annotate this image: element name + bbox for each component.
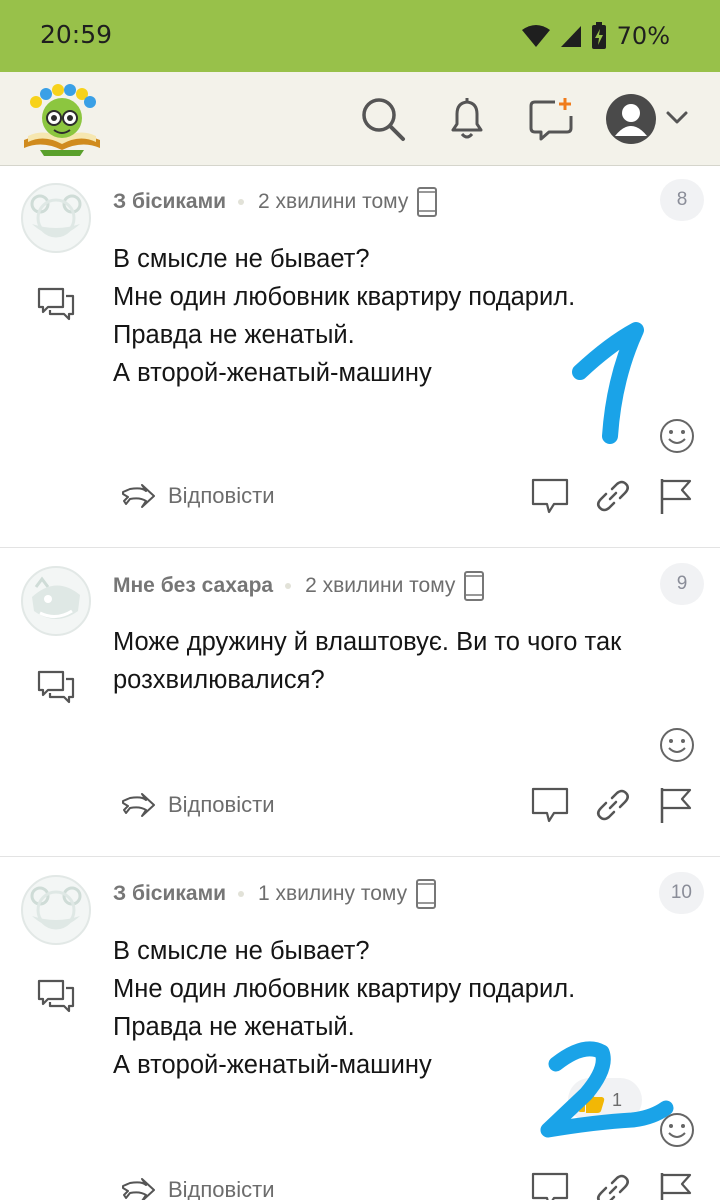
status-bar: 20:59 70% — [0, 0, 720, 72]
comment-line: А второй-женатый-машину — [113, 359, 432, 387]
comment-meta: Мне без сахара 2 хвилини тому — [113, 570, 485, 602]
comment-line: В смысле не бывает? — [113, 937, 370, 965]
comment-icon[interactable] — [530, 1170, 570, 1200]
reaction-count: 1 — [612, 1089, 623, 1110]
comment-line: Мне один любовник квартиру подарил. — [113, 283, 576, 311]
comment-line: Мне один любовник квартиру подарил. — [113, 975, 576, 1003]
app-logo[interactable] — [20, 82, 104, 156]
comment-meta: З бісиками 1 хвилину тому — [113, 878, 437, 910]
comment-line: Правда не женатый. — [113, 321, 355, 349]
comment-thread-icon[interactable] — [36, 978, 76, 1014]
comment-thread-icon[interactable] — [36, 286, 76, 322]
comment-thread-icon[interactable] — [36, 669, 76, 705]
comment-line: Може дружину й влаштовує. Ви то чого так — [113, 628, 622, 656]
add-reaction-smile-icon[interactable] — [659, 727, 695, 763]
mobile-device-icon — [416, 879, 437, 909]
app-header — [0, 72, 720, 166]
comment-time: 1 хвилину тому — [258, 882, 408, 905]
wifi-icon — [521, 25, 550, 47]
add-reaction-smile-icon[interactable] — [659, 418, 695, 454]
comment-line: розхвилювалися? — [113, 666, 325, 694]
add-reaction-smile-icon[interactable] — [659, 1112, 695, 1148]
reply-arrow-icon — [122, 484, 155, 508]
comment-actions: Відповісти — [0, 476, 720, 516]
user-avatar[interactable] — [20, 874, 92, 946]
comment-icon[interactable] — [530, 476, 570, 516]
comment: Мне без сахара 2 хвилини тому 9 Може дру… — [0, 549, 720, 857]
user-avatar[interactable] — [20, 182, 92, 254]
report-flag-icon[interactable] — [656, 476, 696, 516]
comment-line: Правда не женатый. — [113, 1013, 355, 1041]
comment-number[interactable]: 8 — [660, 179, 704, 221]
reply-label: Відповісти — [168, 792, 275, 817]
bell-icon[interactable] — [443, 94, 491, 142]
report-flag-icon[interactable] — [656, 1170, 696, 1200]
comment-meta: З бісиками 2 хвилини тому — [113, 186, 438, 218]
comment-actions: Відповісти — [0, 785, 720, 825]
comment-icon[interactable] — [530, 785, 570, 825]
comment-author[interactable]: Мне без сахара — [113, 574, 273, 598]
comment-number[interactable]: 10 — [658, 872, 704, 914]
battery-icon — [591, 22, 606, 49]
comment-number[interactable]: 9 — [660, 563, 704, 605]
search-icon[interactable] — [358, 94, 406, 142]
comment-author[interactable]: З бісиками — [113, 882, 226, 906]
comment-line: В смысле не бывает? — [113, 245, 370, 273]
comment-text: Може дружину й влаштовує. Ви то чого так… — [113, 623, 703, 699]
reply-label: Відповісти — [168, 483, 275, 508]
report-flag-icon[interactable] — [656, 785, 696, 825]
user-avatar[interactable] — [20, 565, 92, 637]
thumbs-up-icon — [579, 1088, 605, 1113]
signal-icon — [560, 26, 581, 47]
meta-separator — [285, 583, 292, 589]
reply-button[interactable]: Відповісти — [120, 785, 275, 825]
user-avatar-icon[interactable] — [604, 92, 658, 146]
reply-button[interactable]: Відповісти — [120, 476, 275, 516]
reply-arrow-icon — [122, 1178, 155, 1200]
comment-time: 2 хвилини тому — [258, 190, 409, 213]
chevron-down-icon[interactable] — [664, 104, 690, 130]
mobile-device-icon — [464, 571, 485, 601]
link-icon[interactable] — [593, 785, 633, 825]
meta-separator — [238, 199, 245, 205]
reply-label: Відповісти — [168, 1177, 275, 1200]
link-icon[interactable] — [593, 1170, 633, 1200]
comment: З бісиками 1 хвилину тому 10 В смысле не… — [0, 858, 720, 1200]
battery-percent: 70% — [616, 22, 670, 50]
comment-time: 2 хвилини тому — [305, 574, 456, 597]
comment-actions: Відповісти — [0, 1170, 720, 1200]
reaction-thumbs-up[interactable]: 1 — [568, 1078, 642, 1122]
status-icons: 70% — [521, 18, 670, 54]
status-time: 20:59 — [40, 20, 113, 49]
reply-button[interactable]: Відповісти — [120, 1170, 275, 1200]
link-icon[interactable] — [593, 476, 633, 516]
new-post-icon[interactable] — [527, 94, 575, 142]
comment-text: В смысле не бывает? Мне один любовник кв… — [113, 932, 703, 1084]
comment-text: В смысле не бывает? Мне один любовник кв… — [113, 240, 703, 392]
comment: З бісиками 2 хвилини тому 8 В смысле не … — [0, 166, 720, 548]
meta-separator — [238, 891, 245, 897]
comment-author[interactable]: З бісиками — [113, 190, 226, 214]
mobile-device-icon — [417, 187, 438, 217]
reply-arrow-icon — [122, 793, 155, 817]
